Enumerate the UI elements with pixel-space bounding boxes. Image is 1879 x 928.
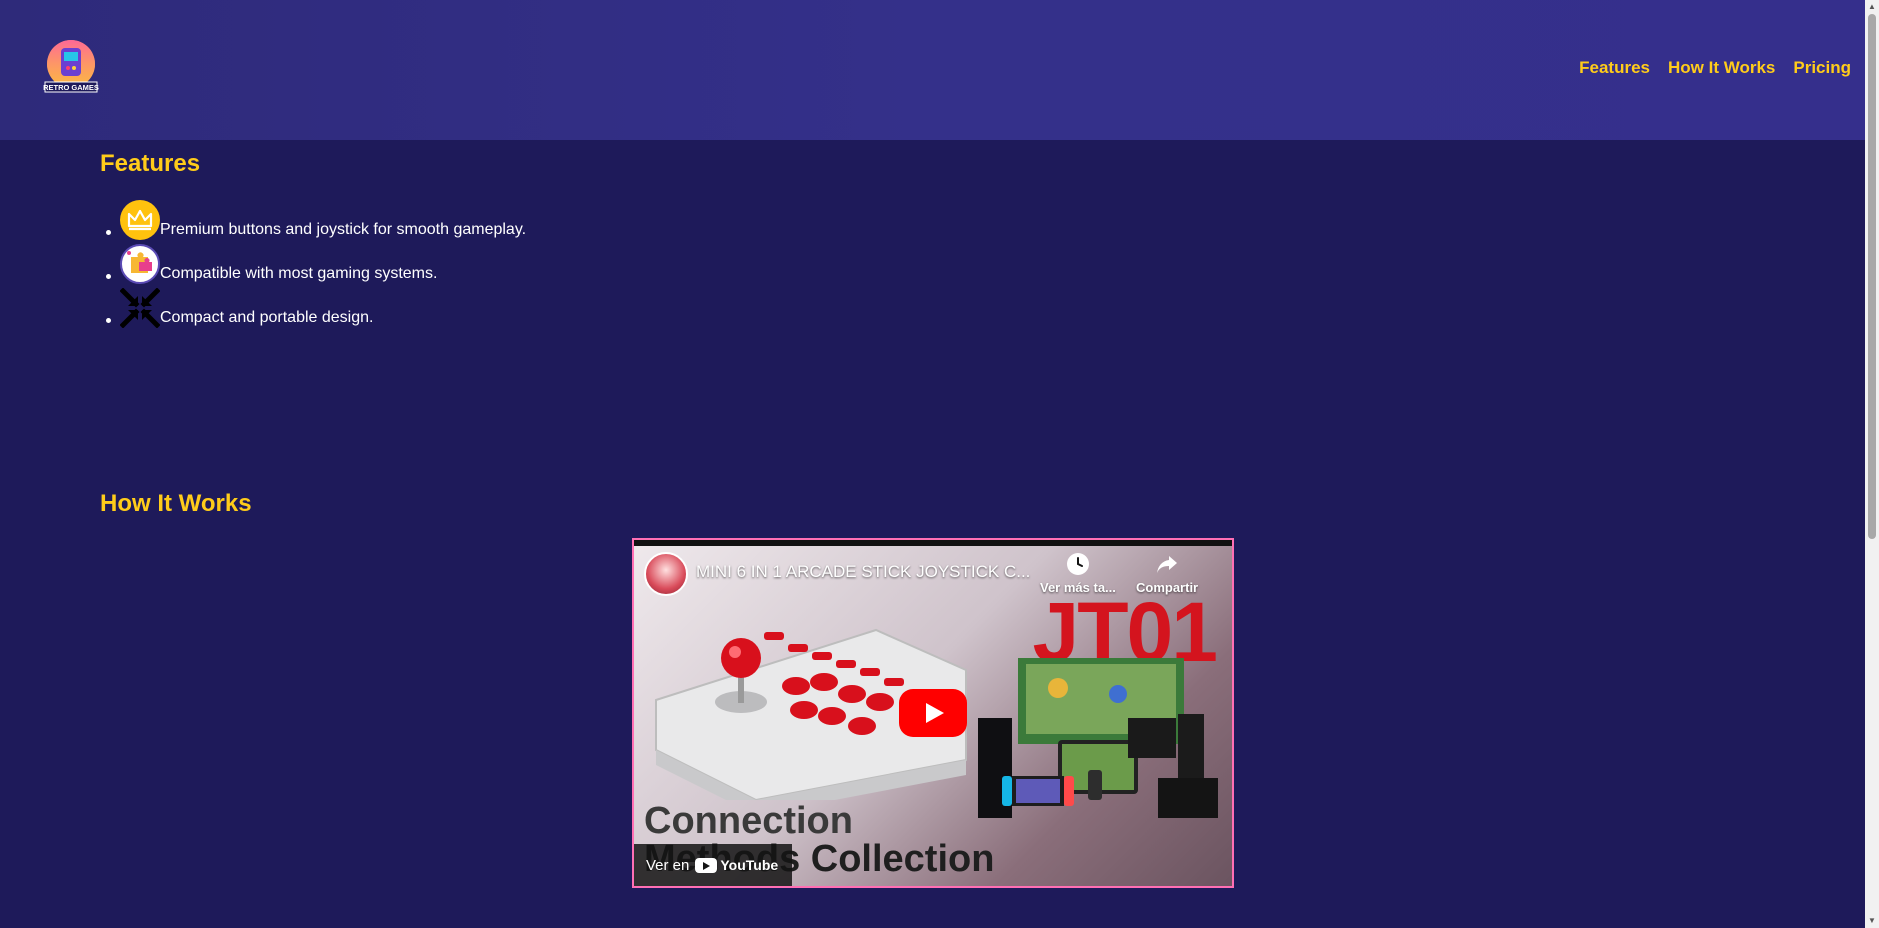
vertical-scrollbar[interactable]: ▲ ▼ (1865, 0, 1879, 928)
scroll-down-arrow-icon[interactable]: ▼ (1865, 914, 1879, 928)
share-button[interactable]: Compartir (1136, 552, 1198, 595)
feature-text: Compact and portable design. (160, 309, 374, 326)
video-title[interactable]: MINI 6 IN 1 ARCADE STICK JOYSTICK C... (696, 562, 1030, 582)
clock-icon (1066, 553, 1089, 575)
watch-on-label: Ver en (646, 856, 690, 874)
youtube-logo: YouTube (695, 857, 778, 873)
channel-avatar[interactable] (644, 552, 688, 596)
bullet (106, 274, 111, 279)
feature-item: Compatible with most gaming systems. (100, 240, 526, 284)
caption-line-1: Connection (644, 800, 853, 842)
share-icon (1157, 556, 1178, 573)
bullet (106, 230, 111, 235)
nav-link-features[interactable]: Features (1579, 58, 1650, 78)
crown-icon (120, 200, 160, 240)
feature-item: Premium buttons and joystick for smooth … (100, 196, 526, 240)
share-label: Compartir (1136, 580, 1199, 595)
puzzle-icon (120, 244, 160, 284)
nav-link-how-it-works[interactable]: How It Works (1668, 58, 1775, 78)
scrollbar-thumb[interactable] (1868, 14, 1876, 539)
play-button[interactable] (899, 689, 967, 737)
main-nav: Features How It Works Pricing (1579, 58, 1851, 78)
watch-later-label: Ver más ta... (1040, 580, 1116, 595)
compress-icon (120, 288, 160, 328)
site-header: RETRO GAMES Features How It Works Pricin… (0, 0, 1865, 140)
bullet (106, 318, 111, 323)
devices-image (978, 658, 1218, 818)
feature-text: Compatible with most gaming systems. (160, 265, 438, 282)
feature-text: Premium buttons and joystick for smooth … (160, 221, 527, 238)
youtube-play-icon (695, 857, 718, 873)
nav-link-pricing[interactable]: Pricing (1793, 58, 1851, 78)
scroll-up-arrow-icon[interactable]: ▲ (1865, 0, 1879, 14)
logo-text: RETRO GAMES (43, 83, 99, 92)
feature-item: Compact and portable design. (100, 284, 526, 328)
feature-list: Premium buttons and joystick for smooth … (100, 196, 526, 328)
video-topbar (634, 540, 1232, 546)
watch-later-button[interactable]: Ver más ta... (1040, 552, 1116, 595)
watch-on-youtube-button[interactable]: Ver en YouTube (634, 844, 793, 886)
how-it-works-heading: How It Works (100, 490, 252, 517)
youtube-embed[interactable]: JT01 Connection Methods Collection MINI … (632, 538, 1234, 888)
page: RETRO GAMES Features How It Works Pricin… (0, 0, 1879, 928)
youtube-wordmark: YouTube (720, 857, 779, 873)
retro-games-logo[interactable]: RETRO GAMES (43, 38, 99, 102)
features-heading: Features (100, 150, 201, 177)
